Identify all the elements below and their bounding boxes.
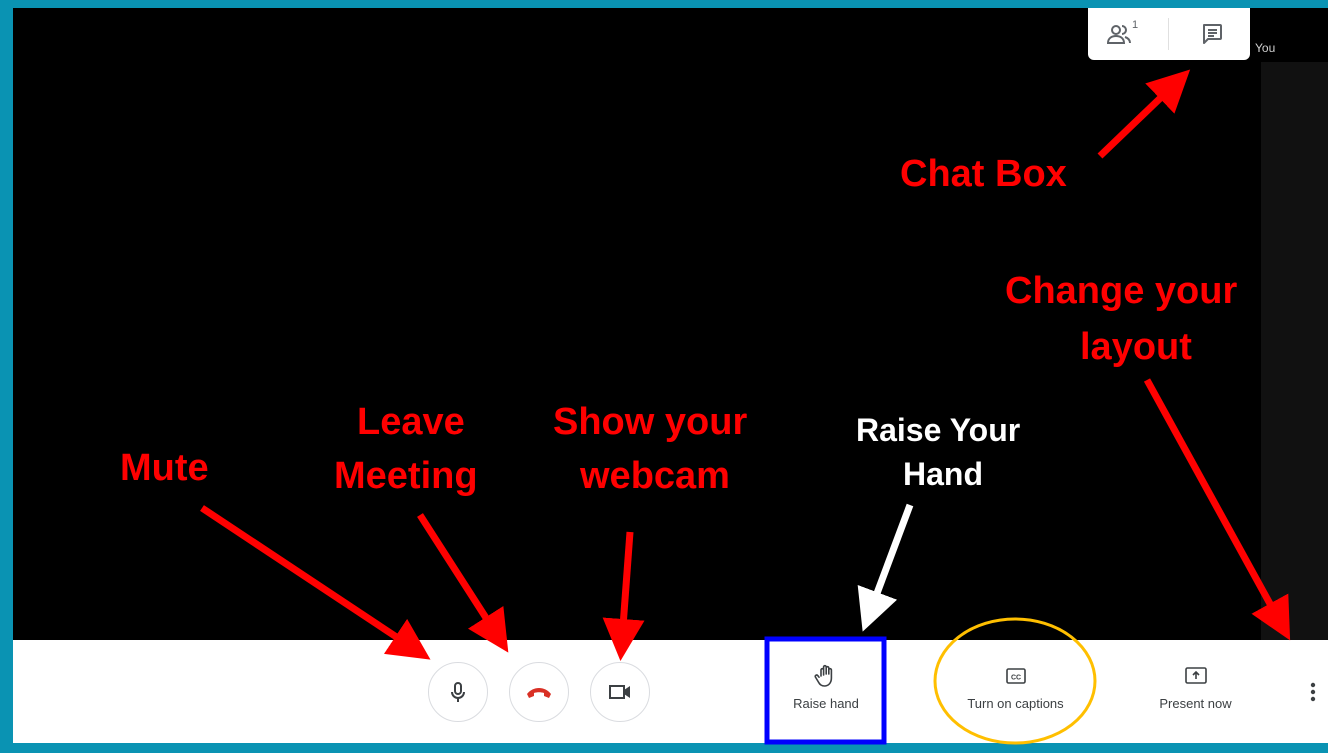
- top-right-panel: 1: [1088, 8, 1250, 60]
- raise-hand-label: Raise hand: [793, 696, 859, 711]
- self-tile-label: You: [1255, 41, 1276, 55]
- side-panel-edge: [1261, 62, 1328, 648]
- mute-button[interactable]: [428, 662, 488, 722]
- chat-icon: [1203, 24, 1222, 44]
- present-screen-icon: [1184, 667, 1207, 684]
- annotation-leave-line2: Meeting: [334, 455, 478, 497]
- participant-count: 1: [1131, 19, 1139, 31]
- present-now-button[interactable]: Present now: [1143, 664, 1248, 711]
- annotation-change-layout-line1: Change your: [1005, 270, 1238, 312]
- meeting-stage: 1 You Raise hand CC Turn on captions Pre…: [13, 8, 1328, 743]
- annotation-chat-box: Chat Box: [900, 153, 1067, 195]
- annotation-raise-line1: Raise Your: [856, 412, 1021, 448]
- annotation-leave-line1: Leave: [357, 401, 465, 443]
- captions-button[interactable]: CC Turn on captions: [953, 664, 1078, 711]
- meeting-controls-bar: Raise hand CC Turn on captions Present n…: [13, 640, 1328, 743]
- hand-icon: [814, 664, 833, 687]
- people-icon: [1106, 25, 1131, 44]
- participants-button[interactable]: 1: [1103, 16, 1143, 52]
- raise-hand-button[interactable]: Raise hand: [771, 664, 881, 711]
- microphone-icon: [451, 682, 465, 702]
- closed-captions-icon: CC: [1005, 668, 1026, 684]
- annotation-change-layout-line2: layout: [1080, 326, 1192, 368]
- more-vert-icon: [1310, 682, 1316, 702]
- divider: [1168, 18, 1169, 50]
- annotation-webcam-line2: webcam: [580, 455, 730, 497]
- captions-label: Turn on captions: [967, 696, 1064, 711]
- chat-button[interactable]: [1192, 16, 1232, 52]
- annotation-mute: Mute: [120, 447, 209, 489]
- more-options-button[interactable]: [1308, 680, 1318, 709]
- camera-button[interactable]: [590, 662, 650, 722]
- present-label: Present now: [1159, 696, 1232, 711]
- svg-text:CC: CC: [1010, 675, 1020, 682]
- phone-hangup-icon: [527, 688, 551, 698]
- videocam-icon: [609, 685, 630, 699]
- leave-call-button[interactable]: [509, 662, 569, 722]
- annotation-webcam-line1: Show your: [553, 401, 748, 443]
- annotation-raise-line2: Hand: [903, 456, 983, 492]
